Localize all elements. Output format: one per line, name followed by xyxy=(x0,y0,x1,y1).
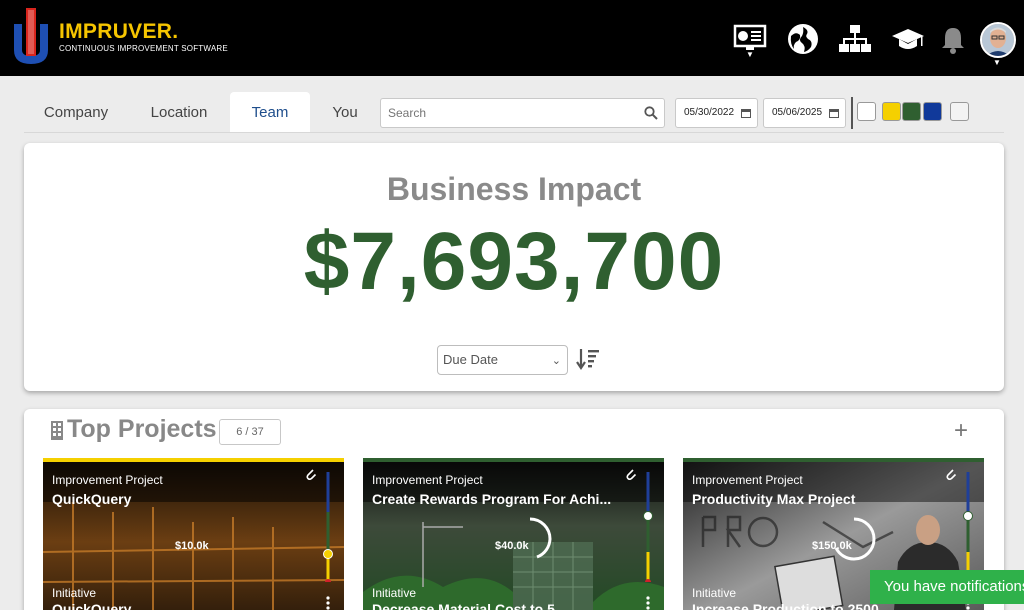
sort-direction-icon[interactable] xyxy=(576,347,600,371)
building-icon xyxy=(51,421,63,440)
paperclip-icon[interactable] xyxy=(305,468,317,480)
status-gauge xyxy=(323,472,333,582)
sort-select[interactable]: Due Date ⌄ xyxy=(437,345,568,375)
notification-toast[interactable]: You have notifications xyxy=(870,570,1024,604)
tab-you[interactable]: You xyxy=(310,92,380,133)
chevron-down-icon[interactable]: ▼ xyxy=(746,50,754,59)
tab-divider xyxy=(24,132,1004,133)
card-amount: $150.0k xyxy=(812,540,852,552)
graduation-cap-icon[interactable] xyxy=(891,22,925,56)
card-type: Improvement Project xyxy=(692,473,803,487)
search-input[interactable] xyxy=(381,99,631,127)
card-initiative-label: Initiative xyxy=(52,586,97,600)
card-initiative-name: QuickQuery xyxy=(52,601,132,610)
chevron-down-icon: ⌄ xyxy=(551,355,561,367)
start-date-field[interactable]: 05/30/2022 xyxy=(675,98,758,128)
filter-swatch-clear[interactable] xyxy=(950,102,969,121)
card-initiative-name: Increase Production to 2500 xyxy=(692,601,879,610)
search-box xyxy=(380,98,665,128)
sort-selected-value: Due Date xyxy=(443,352,498,367)
card-initiative-label: Initiative xyxy=(372,586,417,600)
search-icon[interactable] xyxy=(644,106,658,120)
more-options-icon[interactable] xyxy=(324,596,332,610)
paperclip-icon[interactable] xyxy=(625,468,637,480)
filter-swatch-blue[interactable] xyxy=(923,102,942,121)
paperclip-icon[interactable] xyxy=(945,468,957,480)
impact-title: Business Impact xyxy=(386,171,642,207)
end-date-value: 05/06/2025 xyxy=(772,107,823,118)
calendar-icon xyxy=(829,109,839,118)
tab-team[interactable]: Team xyxy=(230,92,310,133)
impruver-logo[interactable] xyxy=(10,6,52,68)
filter-swatch-yellow[interactable] xyxy=(882,102,901,121)
tab-company[interactable]: Company xyxy=(24,92,128,133)
filter-divider xyxy=(851,97,853,129)
brand-name: IMPRUVER. xyxy=(59,20,179,43)
user-avatar[interactable] xyxy=(980,22,1016,58)
projects-count: 6 / 37 xyxy=(219,419,281,445)
card-initiative-label: Initiative xyxy=(692,586,737,600)
progress-ring xyxy=(834,517,876,561)
card-initiative-name: Decrease Material Cost to 5... xyxy=(372,601,567,610)
filter-swatch-white[interactable] xyxy=(857,102,876,121)
project-card[interactable]: Improvement Project Create Rewards Progr… xyxy=(363,458,664,610)
org-chart-icon[interactable] xyxy=(838,22,872,56)
project-card[interactable]: Improvement Project QuickQuery $10.0k In… xyxy=(43,458,344,610)
card-amount: $10.0k xyxy=(175,540,209,552)
business-impact-card: Business Impact $7,693,700 Due Date ⌄ xyxy=(24,143,1004,391)
add-project-button[interactable]: + xyxy=(954,417,968,445)
filter-swatch-green[interactable] xyxy=(902,102,921,121)
top-navigation-bar: IMPRUVER. CONTINUOUS IMPROVEMENT SOFTWAR… xyxy=(0,0,1024,76)
card-title: QuickQuery xyxy=(52,491,132,507)
calendar-icon xyxy=(741,109,751,118)
card-type: Improvement Project xyxy=(372,473,483,487)
brand-tagline: CONTINUOUS IMPROVEMENT SOFTWARE xyxy=(59,44,228,53)
more-options-icon[interactable] xyxy=(644,596,652,610)
globe-icon[interactable] xyxy=(786,22,820,56)
card-title: Create Rewards Program For Achi... xyxy=(372,491,612,507)
start-date-value: 05/30/2022 xyxy=(684,107,735,118)
avatar-chevron-icon[interactable]: ▼ xyxy=(993,58,1001,67)
status-gauge xyxy=(963,472,973,582)
card-type: Improvement Project xyxy=(52,473,163,487)
projects-title: Top Projects xyxy=(67,415,217,443)
card-title: Productivity Max Project xyxy=(692,491,856,507)
progress-ring xyxy=(529,517,552,559)
tab-location[interactable]: Location xyxy=(129,92,229,133)
end-date-field[interactable]: 05/06/2025 xyxy=(763,98,846,128)
impact-value: $7,693,700 xyxy=(303,216,725,307)
card-amount: $40.0k xyxy=(495,540,529,552)
status-gauge xyxy=(643,472,653,582)
bell-icon[interactable] xyxy=(940,22,966,56)
